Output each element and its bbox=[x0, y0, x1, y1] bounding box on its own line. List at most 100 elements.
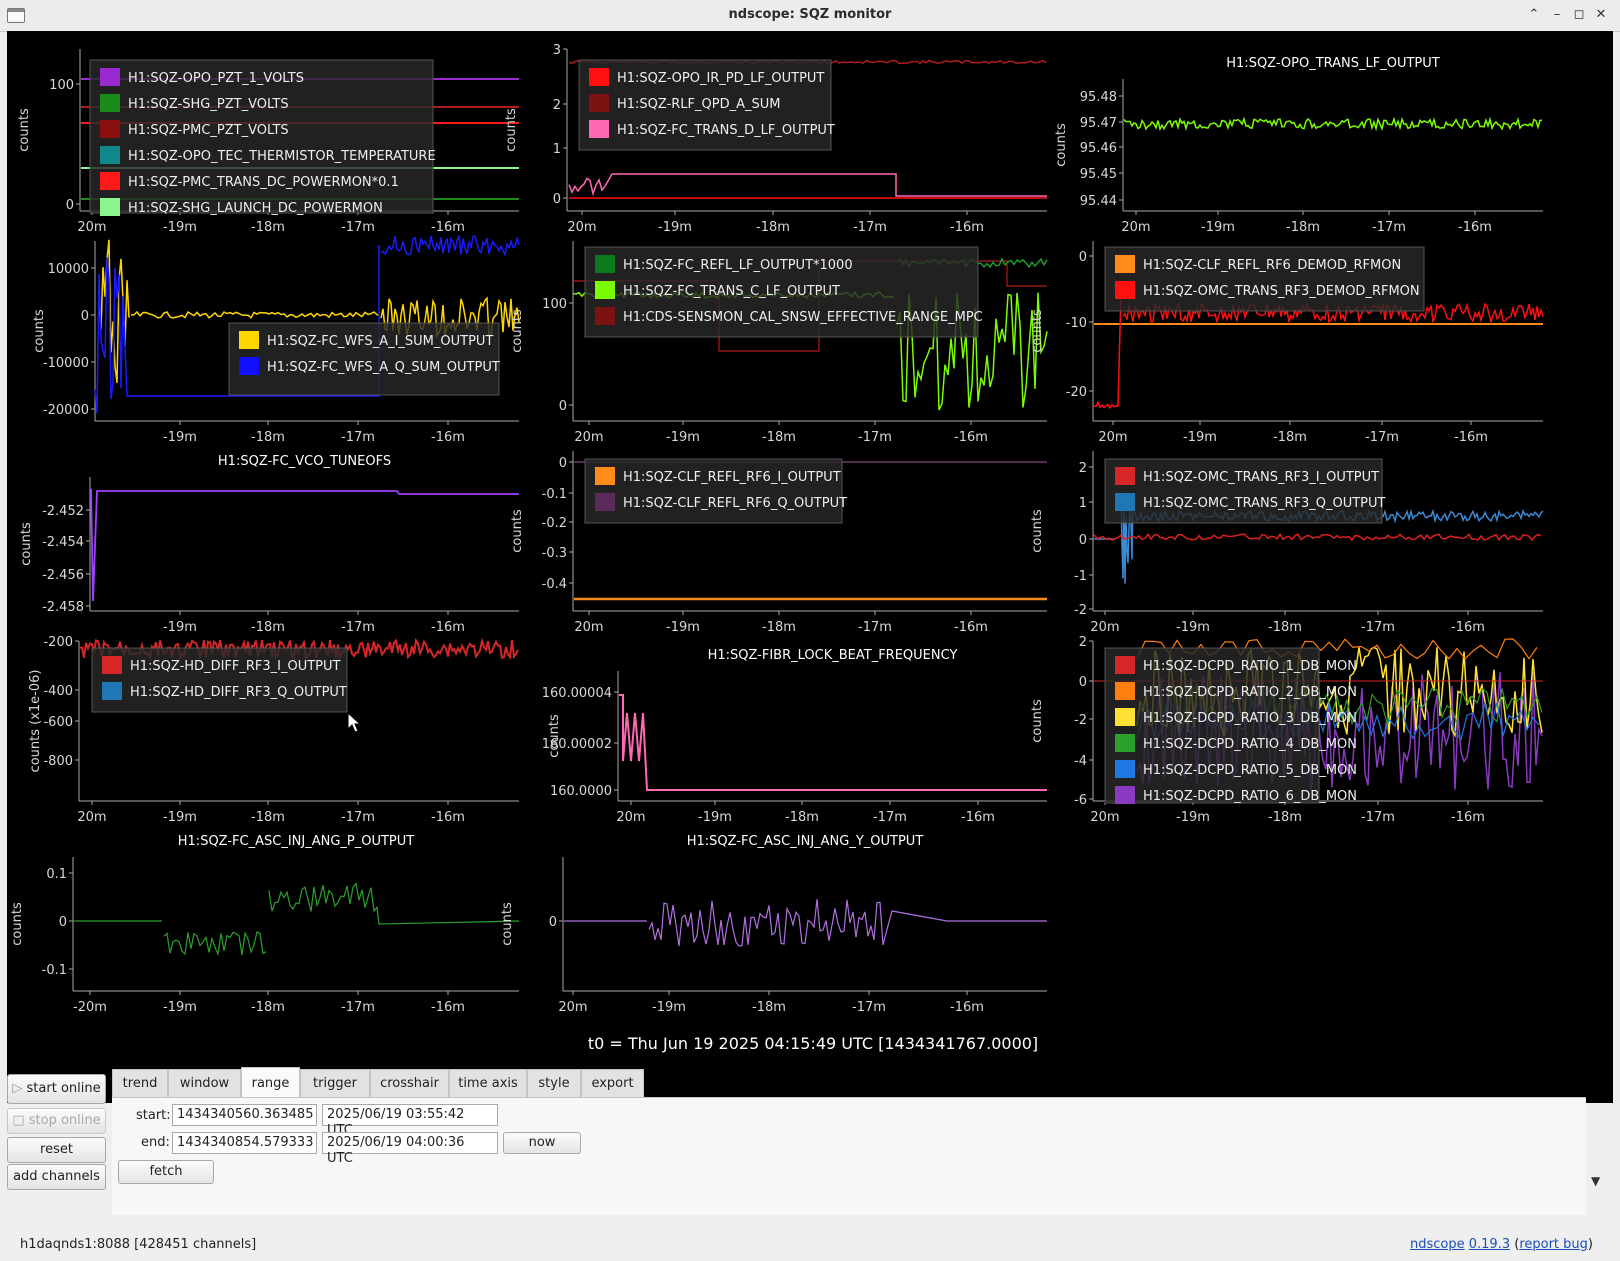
y-tick-label: -10000 bbox=[43, 356, 89, 371]
trace-omc-i bbox=[1093, 532, 1542, 542]
y-tick-label: 10000 bbox=[48, 262, 89, 277]
y-tick-label: -2.456 bbox=[42, 568, 84, 583]
x-tick-label: -19m bbox=[163, 1000, 197, 1015]
y-tick-label: 95.46 bbox=[1080, 141, 1117, 156]
legend-entry: H1:SQZ-CLF_REFL_RF6_DEMOD_RFMON bbox=[1143, 258, 1401, 273]
p22-plot[interactable]: 100 0 20m -19m -18m -17m -16m counts H1:SQZ-FC_R… bbox=[510, 241, 1048, 445]
y-tick-label: 0 bbox=[549, 915, 557, 930]
legend-swatch bbox=[1115, 708, 1135, 726]
x-tick-label: 20m bbox=[558, 1000, 587, 1015]
version-info: ndscope 0.19.3 (report bug) bbox=[1409, 1237, 1593, 1252]
x-tick-label: -16m bbox=[1458, 220, 1492, 235]
x-tick-label: 20m bbox=[1090, 620, 1119, 635]
y-tick-label: 0 bbox=[1079, 675, 1087, 690]
tab-range[interactable]: range bbox=[241, 1067, 300, 1097]
fetch-button[interactable]: fetch bbox=[118, 1160, 214, 1184]
p42-plot[interactable]: H1:SQZ-FIBR_LOCK_BEAT_FREQUENCY 160.00004… bbox=[542, 648, 1047, 825]
p32-plot[interactable]: 0 -0.1 -0.2 -0.3 -0.4 20m -19m -18m -17m -16m coun… bbox=[510, 451, 1047, 635]
legend-swatch bbox=[102, 656, 122, 674]
legend-swatch bbox=[102, 682, 122, 700]
legend-entry: H1:SQZ-FC_TRANS_C_LF_OUTPUT bbox=[623, 284, 840, 299]
x-tick-label: 20m bbox=[1121, 220, 1150, 235]
y-axis-label: counts bbox=[547, 714, 562, 758]
legend-entry: H1:SQZ-DCPD_RATIO_1_DB_MON bbox=[1143, 659, 1357, 674]
x-tick-label: -17m bbox=[1361, 810, 1395, 825]
now-button[interactable]: now bbox=[503, 1132, 581, 1154]
tab-export[interactable]: export bbox=[581, 1069, 644, 1097]
start-utc-field[interactable]: 2025/06/19 03:55:42 UTC bbox=[322, 1104, 498, 1138]
y-tick-label: -0.4 bbox=[542, 577, 567, 592]
x-tick-label: -18m bbox=[785, 810, 819, 825]
x-tick-label: -19m bbox=[1176, 620, 1210, 635]
p41-plot[interactable]: -200 -400 -600 -800 20m -19m -18m -17m -16m count… bbox=[28, 635, 519, 825]
end-utc-field[interactable]: 2025/06/19 04:00:36 UTC bbox=[322, 1132, 498, 1166]
x-tick-label: -18m bbox=[1286, 220, 1320, 235]
version-link[interactable]: 0.19.3 bbox=[1469, 1237, 1510, 1252]
tab-style[interactable]: style bbox=[527, 1069, 581, 1097]
tab-trigger[interactable]: trigger bbox=[300, 1069, 370, 1097]
y-axis-label: counts bbox=[500, 902, 515, 946]
y-tick-label: -800 bbox=[43, 754, 73, 769]
legend-swatch bbox=[100, 120, 120, 138]
y-axis-label: counts bbox=[1030, 699, 1045, 743]
y-tick-label: -20000 bbox=[43, 403, 89, 418]
y-tick-label: -1 bbox=[1074, 569, 1087, 584]
y-tick-label: 0 bbox=[553, 192, 561, 207]
ndscope-link[interactable]: ndscope bbox=[1410, 1237, 1465, 1252]
x-tick-label: -19m bbox=[163, 620, 197, 635]
p23-plot[interactable]: 0 -10 -20 20m -19m -18m -17m -16m counts H1:SQZ-C… bbox=[1030, 241, 1544, 445]
y-tick-label: 100 bbox=[542, 297, 567, 312]
y-tick-label: 2 bbox=[1079, 461, 1087, 476]
report-bug-link[interactable]: report bug bbox=[1519, 1237, 1588, 1252]
tab-time-axis[interactable]: time axis bbox=[449, 1069, 527, 1097]
x-tick-label: -18m bbox=[251, 430, 285, 445]
tab-crosshair[interactable]: crosshair bbox=[370, 1069, 449, 1097]
legend-box bbox=[584, 458, 843, 524]
x-tick-label: 20m bbox=[574, 620, 603, 635]
minimize-icon[interactable]: – bbox=[1548, 6, 1566, 24]
p33-plot[interactable]: 2 1 0 -1 -220m -19m -18m -17m -16m counts H1:SQZ-O… bbox=[1030, 451, 1544, 635]
stop-icon: □ bbox=[12, 1113, 29, 1128]
stop-online-button[interactable]: □ stop online bbox=[7, 1108, 106, 1134]
x-tick-label: -19m bbox=[658, 220, 692, 235]
start-gps-field[interactable]: 1434340560.363485 bbox=[172, 1104, 317, 1126]
p13-plot[interactable]: H1:SQZ-OPO_TRANS_LF_OUTPUT 95.48 95.47 95.4… bbox=[1054, 56, 1543, 235]
add-channels-button[interactable]: add channels bbox=[7, 1164, 106, 1190]
trace-asc-p bbox=[74, 882, 520, 957]
x-tick-label: -16m bbox=[431, 220, 465, 235]
end-gps-field[interactable]: 1434340854.579333 bbox=[172, 1132, 317, 1154]
start-online-button[interactable]: ▷ start online bbox=[7, 1074, 106, 1104]
y-tick-label: 160.0000 bbox=[550, 784, 612, 799]
p12-plot[interactable]: 3 2 1 0 20m -19m -18m -17m -16m counts H1:SQZ-OPO_… bbox=[504, 43, 1047, 235]
legend-swatch bbox=[589, 94, 609, 112]
p11-plot[interactable]: 100 020m -19m -18m -17m -16m counts H1:SQZ-OPO_… bbox=[17, 49, 519, 235]
p51-plot[interactable]: H1:SQZ-FC_ASC_INJ_ANG_P_OUTPUT 0.1 0 -0.1 -2… bbox=[10, 834, 520, 1015]
x-tick-label: -19m bbox=[1176, 810, 1210, 825]
y-tick-label: 95.45 bbox=[1080, 167, 1117, 182]
legend-box bbox=[1104, 246, 1425, 312]
legend-entry: H1:SQZ-PMC_PZT_VOLTS bbox=[128, 123, 289, 138]
keep-above-icon[interactable]: ⌃ bbox=[1525, 6, 1543, 24]
p43-plot[interactable]: 2 0 -2 -4 -620m -19m -18m -17m -16m counts H1:SQZ-… bbox=[1030, 635, 1543, 825]
p52-plot[interactable]: H1:SQZ-FC_ASC_INJ_ANG_Y_OUTPUT 0 20m -19m -1… bbox=[500, 834, 1047, 1015]
panel-collapse-arrow-icon[interactable]: ▼ bbox=[1591, 1174, 1600, 1188]
legend-swatch bbox=[100, 172, 120, 190]
p31-plot[interactable]: H1:SQZ-FC_VCO_TUNEOFS -2.452 -2.454 -2.456 -… bbox=[19, 454, 519, 635]
tab-window[interactable]: window bbox=[168, 1069, 241, 1097]
plot-grid[interactable]: 100020m -19m -18m -17m -16mcountsH1:SQZ-OPO_… bbox=[7, 31, 1613, 1103]
x-tick-label: 20m bbox=[574, 430, 603, 445]
reset-button[interactable]: reset bbox=[7, 1137, 106, 1163]
x-tick-label: -17m bbox=[853, 220, 887, 235]
trace-fc-trans-d bbox=[568, 173, 1047, 197]
tab-trend[interactable]: trend bbox=[112, 1069, 168, 1097]
y-axis-label: counts bbox=[1054, 123, 1069, 167]
p21-plot[interactable]: 10000 0 -10000 -20000 -19m -18m -17m -16m counts… bbox=[32, 235, 520, 445]
y-tick-label: -0.1 bbox=[42, 963, 67, 978]
y-tick-label: 0 bbox=[66, 198, 74, 213]
close-icon[interactable]: ✕ bbox=[1592, 6, 1610, 24]
x-tick-label: -19m bbox=[163, 810, 197, 825]
legend-swatch bbox=[100, 146, 120, 164]
y-tick-label: 3 bbox=[553, 43, 561, 58]
maximize-icon[interactable]: ◻ bbox=[1570, 6, 1588, 24]
plot-title: H1:SQZ-FIBR_LOCK_BEAT_FREQUENCY bbox=[708, 648, 958, 663]
